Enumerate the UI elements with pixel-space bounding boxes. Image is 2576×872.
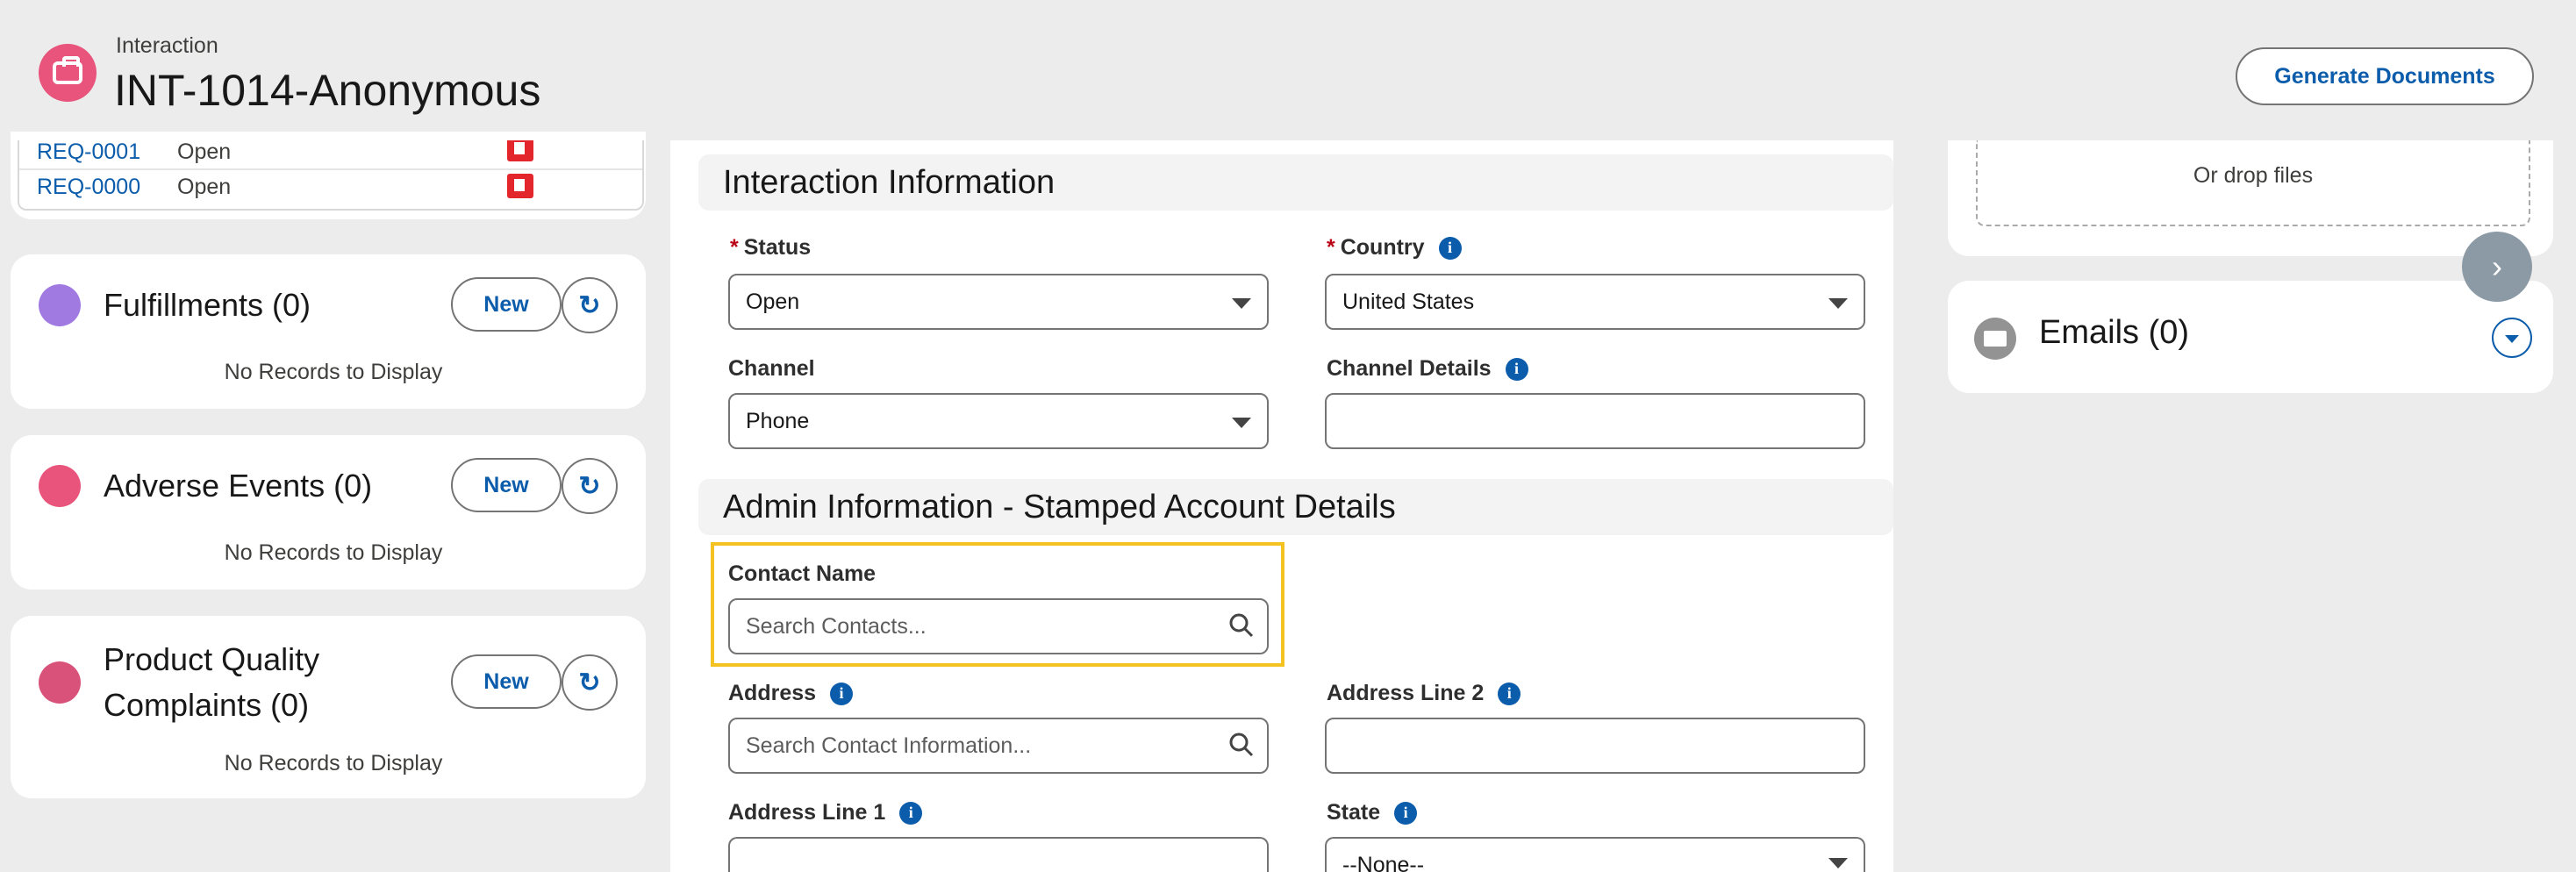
refresh-icon[interactable]: ↻: [562, 654, 618, 711]
fulfillments-new-button[interactable]: New: [451, 277, 562, 332]
emails-title[interactable]: Emails (0): [2039, 314, 2189, 352]
flag-icon: [507, 140, 533, 161]
request-id-link[interactable]: REQ-0000: [19, 175, 177, 200]
status-select[interactable]: Open: [728, 274, 1269, 330]
address-line-1-input[interactable]: [728, 837, 1269, 872]
request-status: Open: [177, 140, 232, 164]
channel-details-input[interactable]: [1325, 393, 1865, 449]
address-line-2-input[interactable]: [1325, 718, 1865, 774]
contact-name-search-input[interactable]: Search Contacts...: [728, 598, 1269, 654]
section-header-interaction-information[interactable]: Interaction Information: [698, 154, 1893, 211]
info-icon[interactable]: i: [899, 801, 923, 825]
section-header-admin-information[interactable]: Admin Information - Stamped Account Deta…: [698, 479, 1893, 535]
status-label: * Status: [730, 235, 812, 260]
state-label: State i: [1327, 800, 1418, 826]
product-quality-new-button[interactable]: New: [451, 654, 562, 709]
table-row[interactable]: REQ-0001 Open: [19, 140, 642, 168]
state-select[interactable]: --None--: [1325, 837, 1865, 872]
info-icon[interactable]: i: [830, 682, 854, 705]
product-quality-title-line2[interactable]: Complaints (0): [104, 683, 309, 728]
product-quality-empty-message: No Records to Display: [224, 751, 443, 776]
adverse-events-card: [11, 435, 646, 590]
chevron-down-icon: [1828, 298, 1848, 309]
chevron-right-icon[interactable]: ›: [2462, 232, 2532, 302]
fulfillments-empty-message: No Records to Display: [224, 360, 443, 384]
request-id-link[interactable]: REQ-0001: [19, 140, 177, 165]
address-label: Address i: [728, 681, 854, 706]
briefcase-icon: [39, 44, 97, 102]
chevron-down-icon: [1232, 298, 1251, 309]
requests-table: REQ-0001 Open REQ-0000 Open: [18, 140, 644, 211]
chevron-down-icon: [1828, 858, 1848, 868]
adverse-events-empty-message: No Records to Display: [224, 540, 443, 565]
info-icon[interactable]: i: [1498, 682, 1521, 705]
flag-icon: [507, 174, 533, 198]
search-icon: [1229, 613, 1254, 638]
generate-documents-button[interactable]: Generate Documents: [2236, 47, 2534, 105]
product-quality-title-line1[interactable]: Product Quality: [104, 637, 319, 683]
adverse-events-title[interactable]: Adverse Events (0): [104, 463, 372, 509]
channel-details-label: Channel Details i: [1327, 356, 1528, 382]
refresh-icon[interactable]: ↻: [562, 277, 618, 333]
ticket-icon: [39, 661, 81, 704]
object-label: Interaction: [116, 33, 218, 58]
country-select[interactable]: United States: [1325, 274, 1865, 330]
envelope-icon: [39, 284, 81, 326]
contact-name-label: Contact Name: [728, 561, 877, 586]
address-line-1-label: Address Line 1i: [728, 800, 923, 826]
country-label: * Country i: [1327, 235, 1462, 261]
drop-files-text: Or drop files: [2193, 163, 2314, 188]
chevron-down-icon[interactable]: [2492, 318, 2532, 358]
address-search-input[interactable]: Search Contact Information...: [728, 718, 1269, 774]
search-icon: [1229, 733, 1254, 757]
chevron-down-icon: [1232, 418, 1251, 428]
request-status: Open: [177, 174, 232, 199]
refresh-icon[interactable]: ↻: [562, 458, 618, 514]
info-icon[interactable]: i: [1505, 357, 1528, 381]
info-icon[interactable]: i: [1394, 801, 1418, 825]
channel-select[interactable]: Phone: [728, 393, 1269, 449]
record-title: INT-1014-Anonymous: [114, 66, 541, 115]
channel-label: Channel: [728, 356, 815, 381]
fulfillments-card: [11, 254, 646, 409]
info-icon[interactable]: i: [1438, 236, 1462, 260]
adverse-events-new-button[interactable]: New: [451, 458, 562, 512]
camera-icon: [39, 465, 81, 507]
table-row[interactable]: REQ-0000 Open: [19, 170, 642, 204]
address-line-2-label: Address Line 2i: [1327, 681, 1521, 706]
email-icon: [1974, 318, 2016, 360]
fulfillments-title[interactable]: Fulfillments (0): [104, 282, 311, 328]
